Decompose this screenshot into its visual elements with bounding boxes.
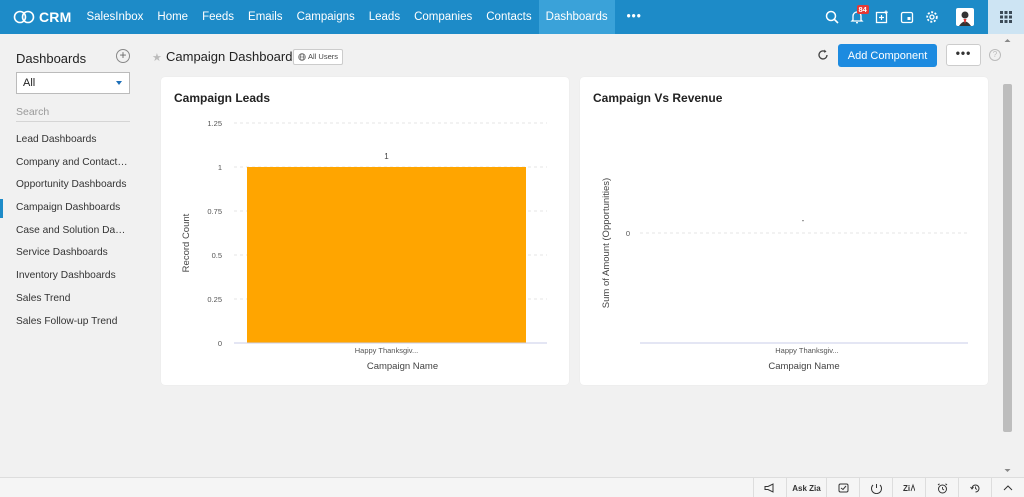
x-tick-label: Happy Thanksgiv... xyxy=(775,346,839,355)
dashboard-search-input[interactable] xyxy=(16,102,130,122)
sidebar-item-case-solution-dashboards[interactable]: Case and Solution Dashboards xyxy=(0,220,130,243)
smart-chat-icon[interactable] xyxy=(826,478,859,497)
footer-bar: Ask Zia Zi xyxy=(0,477,1024,497)
y-tick-label: 1 xyxy=(218,163,222,172)
dashboard-list: Lead Dashboards Company and Contact Dash… xyxy=(0,129,140,333)
y-axis-title: Sum of Amount (Opportunities) xyxy=(601,178,612,308)
bar xyxy=(247,167,526,343)
sidebar-item-company-contact-dashboards[interactable]: Company and Contact Dashboards xyxy=(0,152,130,175)
search-icon[interactable] xyxy=(820,0,844,34)
campaign-leads-card: Campaign Leads 0 0.25 0.5 0.75 1 1.25 1 Happy T… xyxy=(161,77,569,385)
crm-logo-icon xyxy=(13,10,35,24)
collapse-footer-icon[interactable] xyxy=(991,478,1024,497)
sidebar-item-service-dashboards[interactable]: Service Dashboards xyxy=(0,242,130,265)
y-tick-label: 0.25 xyxy=(207,295,222,304)
dashboards-sidebar: Dashboards + All Lead Dashboards Company… xyxy=(0,34,140,477)
y-tick-label: 0 xyxy=(626,229,630,238)
announcement-megaphone-icon[interactable] xyxy=(753,478,786,497)
scrollbar-thumb[interactable] xyxy=(1003,84,1012,432)
signals-icon[interactable] xyxy=(859,478,892,497)
y-tick-label: 1.25 xyxy=(207,119,222,128)
crm-logo[interactable]: CRM xyxy=(0,0,79,34)
add-component-button[interactable]: Add Component xyxy=(838,44,937,67)
refresh-icon[interactable] xyxy=(816,48,830,62)
create-record-icon[interactable] xyxy=(870,0,894,34)
brand-name: CRM xyxy=(39,9,72,25)
nav-emails[interactable]: Emails xyxy=(241,0,290,34)
y-tick-label: 0.75 xyxy=(207,207,222,216)
y-axis-title: Record Count xyxy=(181,213,192,272)
dashboard-filter-select[interactable]: All xyxy=(16,72,130,94)
alarm-clock-icon[interactable] xyxy=(925,478,958,497)
sidebar-item-lead-dashboards[interactable]: Lead Dashboards xyxy=(0,129,130,152)
help-icon[interactable]: ? xyxy=(989,49,1001,61)
nav-dashboards[interactable]: Dashboards xyxy=(538,0,615,34)
ask-zia-button[interactable]: Ask Zia xyxy=(786,478,826,497)
scroll-up-arrow-icon[interactable] xyxy=(1003,36,1012,45)
nav-feeds[interactable]: Feeds xyxy=(195,0,241,34)
chevron-down-icon xyxy=(116,81,122,85)
top-nav: CRM SalesInbox Home Feeds Emails Campaig… xyxy=(0,0,1024,34)
visibility-badge[interactable]: All Users xyxy=(293,49,344,65)
svg-text:Zi: Zi xyxy=(903,484,910,493)
y-tick-label: 0 xyxy=(218,339,222,348)
sidebar-title: Dashboards xyxy=(16,51,87,66)
apps-grid-icon[interactable] xyxy=(988,0,1024,34)
sidebar-item-opportunity-dashboards[interactable]: Opportunity Dashboards xyxy=(0,174,130,197)
scroll-down-arrow-icon[interactable] xyxy=(1003,466,1012,475)
favorite-star-icon[interactable]: ★ xyxy=(152,51,162,64)
x-axis-title: Campaign Name xyxy=(768,361,839,372)
recent-history-icon[interactable] xyxy=(958,478,991,497)
nav-items: SalesInbox Home Feeds Emails Campaigns L… xyxy=(79,0,653,34)
nav-campaigns[interactable]: Campaigns xyxy=(290,0,362,34)
x-axis-title: Campaign Name xyxy=(367,361,438,372)
notification-count-badge: 84 xyxy=(856,5,869,14)
x-tick-label: Happy Thanksgiv... xyxy=(355,346,419,355)
nav-contacts[interactable]: Contacts xyxy=(479,0,538,34)
calendar-icon[interactable] xyxy=(895,0,919,34)
y-tick-label: 0.5 xyxy=(212,251,222,260)
sidebar-item-inventory-dashboards[interactable]: Inventory Dashboards xyxy=(0,265,130,288)
nav-home[interactable]: Home xyxy=(150,0,195,34)
sidebar-item-sales-trend[interactable]: Sales Trend xyxy=(0,288,130,311)
data-label: - xyxy=(802,216,805,225)
more-options-button[interactable]: ••• xyxy=(946,44,981,66)
sidebar-item-campaign-dashboards[interactable]: Campaign Dashboards xyxy=(0,197,130,220)
campaign-vs-revenue-chart: 0 - Happy Thanksgiv... Campaign Name Sum of … xyxy=(601,178,968,372)
globe-icon xyxy=(298,53,306,61)
campaign-vs-revenue-card: Campaign Vs Revenue 0- Happy Thanksgiv...… xyxy=(580,77,988,385)
page-title: Campaign Dashboards xyxy=(166,49,299,64)
footer-actions: Ask Zia Zi xyxy=(753,478,1024,497)
nav-actions: 84 xyxy=(819,0,1024,34)
sidebar-item-sales-followup-trend[interactable]: Sales Follow-up Trend xyxy=(0,311,130,334)
nav-leads[interactable]: Leads xyxy=(362,0,407,34)
nav-companies[interactable]: Companies xyxy=(407,0,479,34)
campaign-leads-chart: 0 0.25 0.5 0.75 1 1.25 1 Happy Thanksgiv... Camp… xyxy=(181,119,547,372)
notifications-bell-icon[interactable]: 84 xyxy=(845,0,869,34)
nav-salesinbox[interactable]: SalesInbox xyxy=(79,0,150,34)
translate-icon[interactable]: Zi xyxy=(892,478,925,497)
nav-more-button[interactable]: ••• xyxy=(615,0,654,34)
settings-gear-icon[interactable] xyxy=(920,0,944,34)
visibility-label: All Users xyxy=(308,52,339,61)
add-dashboard-icon[interactable]: + xyxy=(116,49,130,63)
data-label: 1 xyxy=(384,152,389,161)
user-avatar[interactable] xyxy=(956,8,974,26)
dashboard-filter-value: All xyxy=(23,77,36,89)
